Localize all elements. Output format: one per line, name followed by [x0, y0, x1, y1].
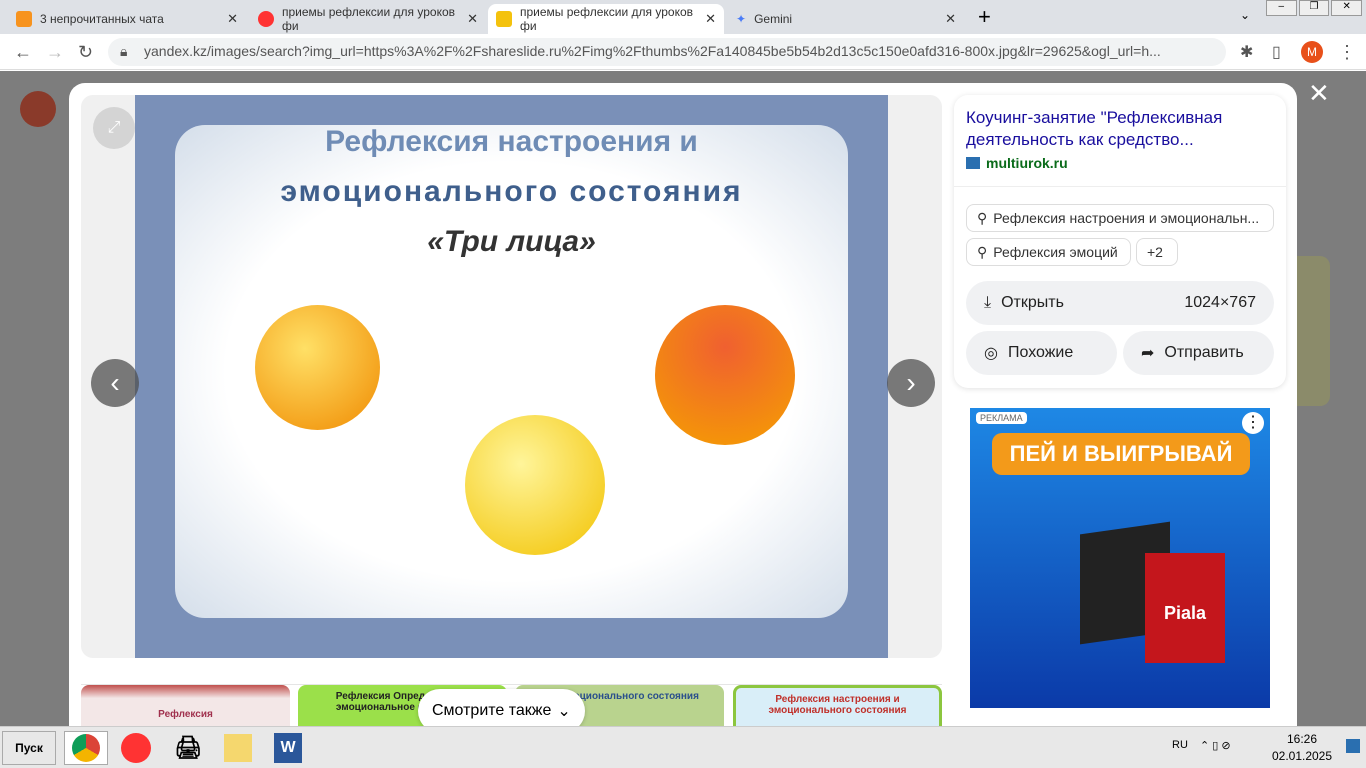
info-panel: Коучинг-занятие "Рефлексивная деятельнос… — [954, 95, 1286, 388]
chrome-taskbar-icon[interactable] — [64, 731, 108, 765]
back-icon[interactable]: ← — [14, 42, 32, 63]
reload-icon[interactable]: ↻ — [78, 42, 93, 63]
open-button[interactable]: ⤓ Открыть 1024×767 — [966, 281, 1274, 325]
tab-yandex[interactable]: приемы рефлексии для уроков фи ✕ — [250, 4, 486, 34]
image-text: эмоционального состояния — [280, 175, 743, 208]
explorer-taskbar-icon[interactable] — [216, 731, 260, 765]
image-text: «Три лица» — [427, 225, 596, 258]
download-icon: ⤓ — [984, 294, 992, 311]
image-size: 1024×767 — [1184, 294, 1256, 311]
window-controls: – ❐ ✕ — [1266, 0, 1363, 16]
ad-label: РЕКЛАМА — [976, 412, 1027, 424]
similar-label: Похожие — [1007, 344, 1074, 361]
advertisement[interactable]: РЕКЛАМА ⋮ ПЕЙ И ВЫИГРЫВАЙ Piala — [970, 408, 1270, 708]
search-icon: ⚲ — [977, 243, 988, 260]
fullscreen-icon[interactable]: ⤢ — [93, 107, 135, 149]
share-icon: ➦ — [1141, 345, 1155, 362]
close-tab-icon[interactable]: ✕ — [705, 11, 716, 27]
new-tab-button[interactable]: + — [978, 4, 991, 30]
tab-title: Gemini — [754, 12, 793, 26]
more-tags-chip[interactable]: +2 — [1136, 238, 1178, 266]
forward-icon[interactable]: → — [46, 42, 64, 63]
related-thumbnails: Рефлексия Рефлексия Определи своё эмоцио… — [81, 684, 942, 733]
tab-title: приемы рефлексии для уроков фи — [282, 5, 455, 33]
image-icon — [496, 11, 512, 27]
tray-icons[interactable]: ⌃ ▯ ⊘ — [1200, 739, 1231, 752]
sad-face-icon — [465, 415, 605, 555]
main-image: Рефлексия настроения и эмоционального со… — [135, 95, 888, 658]
tab-bar: 3 непрочитанных чата ✕ приемы рефлексии д… — [0, 0, 1366, 34]
next-image-button[interactable]: › — [887, 359, 935, 407]
chip-label: Рефлексия настроения и эмоциональн... — [993, 210, 1260, 226]
thumbnail[interactable]: Рефлексия настроения и эмоционального со… — [733, 685, 942, 729]
close-tab-icon[interactable]: ✕ — [467, 11, 478, 27]
open-label: Открыть — [1001, 294, 1064, 311]
tab-gemini[interactable]: ✦ Gemini ✕ — [728, 4, 964, 34]
tab-ok[interactable]: 3 непрочитанных чата ✕ — [8, 4, 246, 34]
language-indicator[interactable]: RU — [1172, 739, 1188, 751]
prev-image-button[interactable]: ‹ — [91, 359, 139, 407]
chip-label: Рефлексия эмоций — [993, 244, 1118, 260]
source-title-link[interactable]: Коучинг-занятие "Рефлексивная деятельнос… — [966, 107, 1266, 151]
yandex-logo — [20, 91, 56, 127]
printer-taskbar-icon[interactable]: 🖨︎ — [166, 731, 210, 765]
menu-icon[interactable]: ⋮ — [1338, 42, 1356, 63]
similar-button[interactable]: ◎ Похожие — [966, 331, 1117, 375]
sidepanel-icon[interactable]: ▯ — [1272, 42, 1281, 62]
book-icon — [966, 157, 980, 169]
image-text: Рефлексия настроения и — [325, 125, 698, 158]
close-viewer-button[interactable]: ✕ — [1308, 78, 1330, 109]
tab-title: приемы рефлексии для уроков фи — [520, 5, 693, 33]
source-link[interactable]: multiurok.ru — [966, 155, 1068, 171]
ad-menu-icon[interactable]: ⋮ — [1242, 412, 1264, 434]
camera-icon: ◎ — [984, 345, 998, 362]
tab-active[interactable]: приемы рефлексии для уроков фи ✕ — [488, 4, 724, 34]
minimize-button[interactable]: – — [1266, 0, 1297, 16]
ok-icon — [16, 11, 32, 27]
chevron-down-icon: ⌄ — [557, 703, 571, 720]
divider — [954, 186, 1286, 187]
thumbnail[interactable]: Рефлексия — [81, 685, 290, 729]
close-tab-icon[interactable]: ✕ — [227, 11, 238, 27]
show-desktop-icon[interactable] — [1346, 739, 1360, 753]
source-domain: multiurok.ru — [986, 155, 1068, 171]
close-tab-icon[interactable]: ✕ — [945, 11, 956, 27]
tag-chip[interactable]: ⚲ Рефлексия эмоций — [966, 238, 1131, 266]
tab-list-chevron-icon[interactable]: ⌄ — [1240, 8, 1250, 22]
url-text: yandex.kz/images/search?img_url=https%3A… — [144, 43, 1161, 59]
ad-brand: Piala — [1145, 553, 1225, 663]
angry-face-icon — [655, 305, 795, 445]
profile-avatar[interactable]: M — [1301, 41, 1323, 63]
yandex-taskbar-icon[interactable] — [114, 731, 158, 765]
word-taskbar-icon[interactable]: W — [266, 731, 310, 765]
image-area: Рефлексия настроения и эмоционального со… — [81, 95, 942, 658]
see-also-label: Смотрите также — [432, 702, 552, 719]
yandex-icon — [258, 11, 274, 27]
gemini-icon: ✦ — [736, 12, 747, 26]
tab-title: 3 непрочитанных чата — [40, 12, 164, 26]
ad-headline: ПЕЙ И ВЫИГРЫВАЙ — [992, 433, 1250, 475]
share-button[interactable]: ➦ Отправить — [1123, 331, 1274, 375]
close-window-button[interactable]: ✕ — [1331, 0, 1363, 16]
share-label: Отправить — [1164, 344, 1244, 361]
restore-button[interactable]: ❐ — [1298, 0, 1330, 16]
time: 16:26 — [1286, 732, 1318, 746]
happy-face-icon — [255, 305, 380, 430]
tag-chip[interactable]: ⚲ Рефлексия настроения и эмоциональн... — [966, 204, 1274, 232]
url-input[interactable]: 🔒︎ yandex.kz/images/search?img_url=https%… — [108, 38, 1226, 66]
taskbar: Пуск 🖨︎ W RU ⌃ ▯ ⊘ 16:26 02.01.2025 — [0, 726, 1366, 768]
start-button[interactable]: Пуск — [2, 731, 56, 765]
extensions-icon[interactable]: ✱ — [1240, 42, 1253, 62]
search-icon: ⚲ — [977, 209, 988, 226]
date: 02.01.2025 — [1271, 749, 1333, 763]
lock-icon: 🔒︎ — [120, 43, 128, 59]
clock[interactable]: 16:26 02.01.2025 — [1270, 731, 1334, 765]
address-bar-row: ← → ↻ 🔒︎ yandex.kz/images/search?img_url=… — [0, 34, 1366, 70]
image-viewer: Рефлексия настроения и эмоционального со… — [69, 83, 1297, 733]
